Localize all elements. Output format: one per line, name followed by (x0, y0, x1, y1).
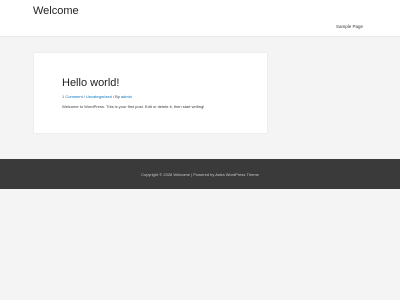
post-card: Hello world! 1 Comment / Uncategorized /… (33, 52, 268, 134)
footer-copyright: Copyright © 2026 Welcome | Powered by As… (141, 172, 259, 177)
nav-item-sample-page[interactable]: Sample Page (336, 24, 363, 29)
post-title-link[interactable]: Hello world! (62, 77, 119, 90)
author-link[interactable]: admin (121, 94, 132, 99)
site-footer: Copyright © 2026 Welcome | Powered by As… (0, 159, 400, 189)
post-excerpt: Welcome to WordPress. This is your first… (62, 104, 205, 109)
category-link[interactable]: Uncategorized (86, 94, 112, 99)
comments-link[interactable]: 1 Comment (62, 94, 83, 99)
site-title-link[interactable]: Welcome (33, 4, 79, 18)
post-meta: 1 Comment / Uncategorized / By admin (62, 94, 132, 99)
site-header: Welcome Sample Page (0, 0, 400, 37)
